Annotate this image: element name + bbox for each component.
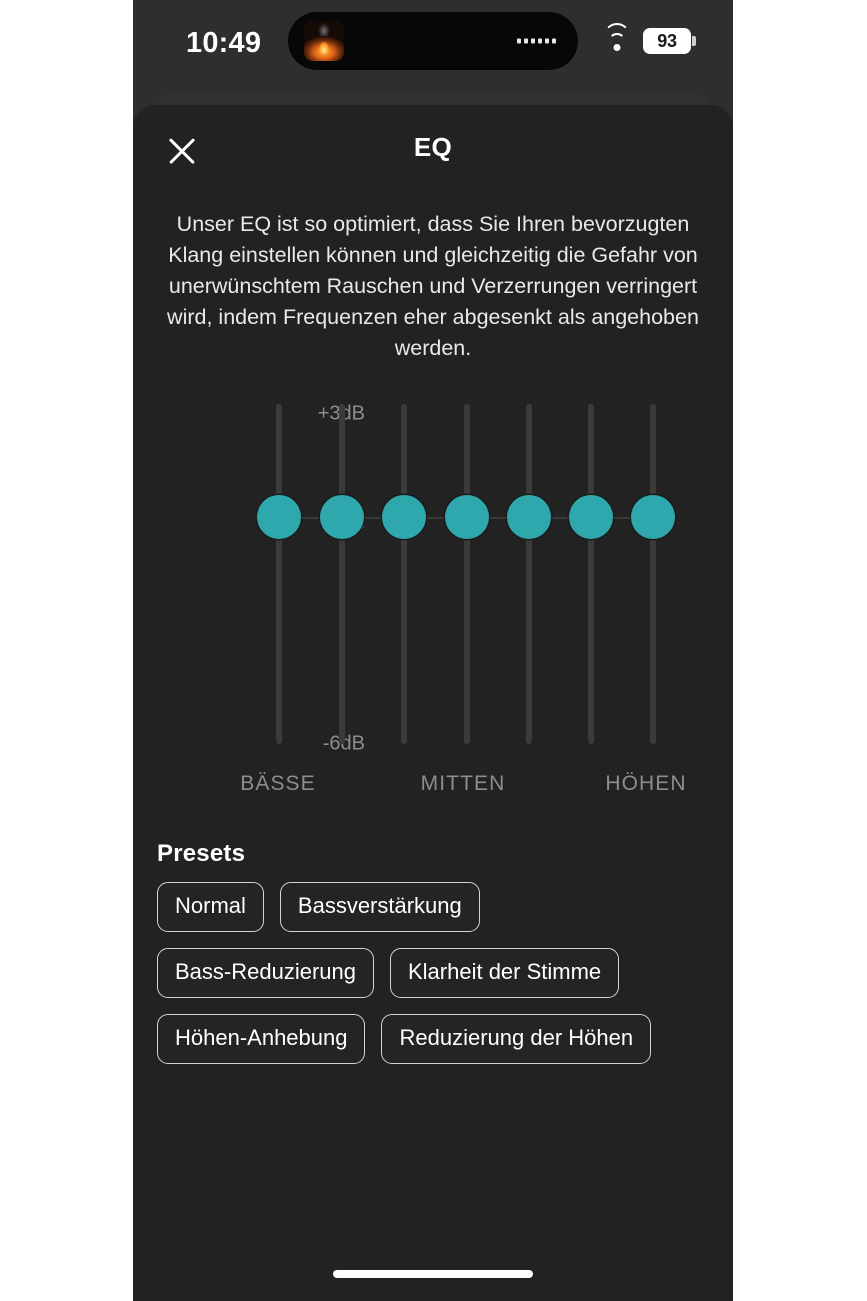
eq-slider[interactable]	[382, 404, 426, 744]
preset-chip[interactable]: Bass-Reduzierung	[157, 948, 374, 998]
eq-slider-track	[339, 404, 345, 744]
preset-chip[interactable]: Höhen-Anhebung	[157, 1014, 366, 1064]
eq-band-labels: BÄSSE MITTEN HÖHEN	[133, 772, 733, 806]
eq-slider-track	[401, 404, 407, 744]
eq-modal-sheet: EQ Unser EQ ist so optimiert, dass Sie I…	[133, 105, 733, 1301]
eq-slider-thumb[interactable]	[507, 495, 551, 540]
battery-level-label: 93	[657, 30, 677, 51]
eq-slider-thumb[interactable]	[569, 495, 613, 540]
eq-description: Unser EQ ist so optimiert, dass Sie Ihre…	[167, 212, 699, 360]
live-activity-dots	[517, 38, 556, 44]
home-indicator	[333, 1270, 533, 1278]
eq-slider[interactable]	[257, 404, 301, 744]
eq-slider-thumb[interactable]	[320, 495, 364, 540]
eq-slider-thumb[interactable]	[257, 495, 301, 540]
eq-band-label: HÖHEN	[605, 772, 687, 795]
campfire-icon	[304, 21, 344, 61]
eq-slider[interactable]	[445, 404, 489, 744]
presets-section: Presets Normal Bassverstärkung Bass-Reduzi…	[157, 840, 709, 1064]
eq-slider-group	[133, 392, 733, 752]
campfire-flame	[317, 34, 331, 54]
eq-slider[interactable]	[320, 404, 364, 744]
eq-slider-track	[464, 404, 470, 744]
eq-band-label: MITTEN	[420, 772, 506, 795]
eq-slider[interactable]	[507, 404, 551, 744]
status-bar-indicators: 93	[603, 23, 691, 58]
eq-slider-thumb[interactable]	[382, 495, 426, 540]
preset-chip[interactable]: Normal	[157, 882, 264, 932]
phone-screen: 10:49 93 EQ Unser EQ ist so optimiert, d…	[133, 0, 733, 1301]
eq-slider-track	[276, 404, 282, 744]
eq-slider[interactable]	[569, 404, 613, 744]
sheet-header: EQ	[133, 105, 733, 193]
eq-slider-track	[526, 404, 532, 744]
preset-chip[interactable]: Klarheit der Stimme	[389, 948, 620, 998]
eq-slider-track	[588, 404, 594, 744]
presets-chip-list: Normal Bassverstärkung Bass-Reduzierung Kla…	[157, 882, 709, 1064]
dynamic-island[interactable]	[288, 12, 578, 70]
presets-heading: Presets	[157, 840, 246, 867]
status-bar: 10:49 93	[133, 0, 733, 88]
eq-slider-thumb[interactable]	[631, 495, 675, 540]
screenshot-root: 10:49 93 EQ Unser EQ ist so optimiert, d…	[0, 0, 867, 1301]
eq-slider-track	[650, 404, 656, 744]
equalizer: +3dB 0dB -6dB BÄSSEMITTENHÖHEN	[133, 392, 733, 812]
eq-band-label: BÄSSE	[240, 772, 316, 795]
page-title: EQ	[413, 132, 453, 162]
wifi-icon	[603, 23, 630, 51]
eq-slider-thumb[interactable]	[445, 495, 489, 540]
preset-chip[interactable]: Bassverstärkung	[279, 882, 480, 932]
preset-chip[interactable]: Reduzierung der Höhen	[381, 1014, 652, 1064]
eq-slider[interactable]	[631, 404, 675, 744]
battery-indicator: 93	[643, 28, 691, 54]
